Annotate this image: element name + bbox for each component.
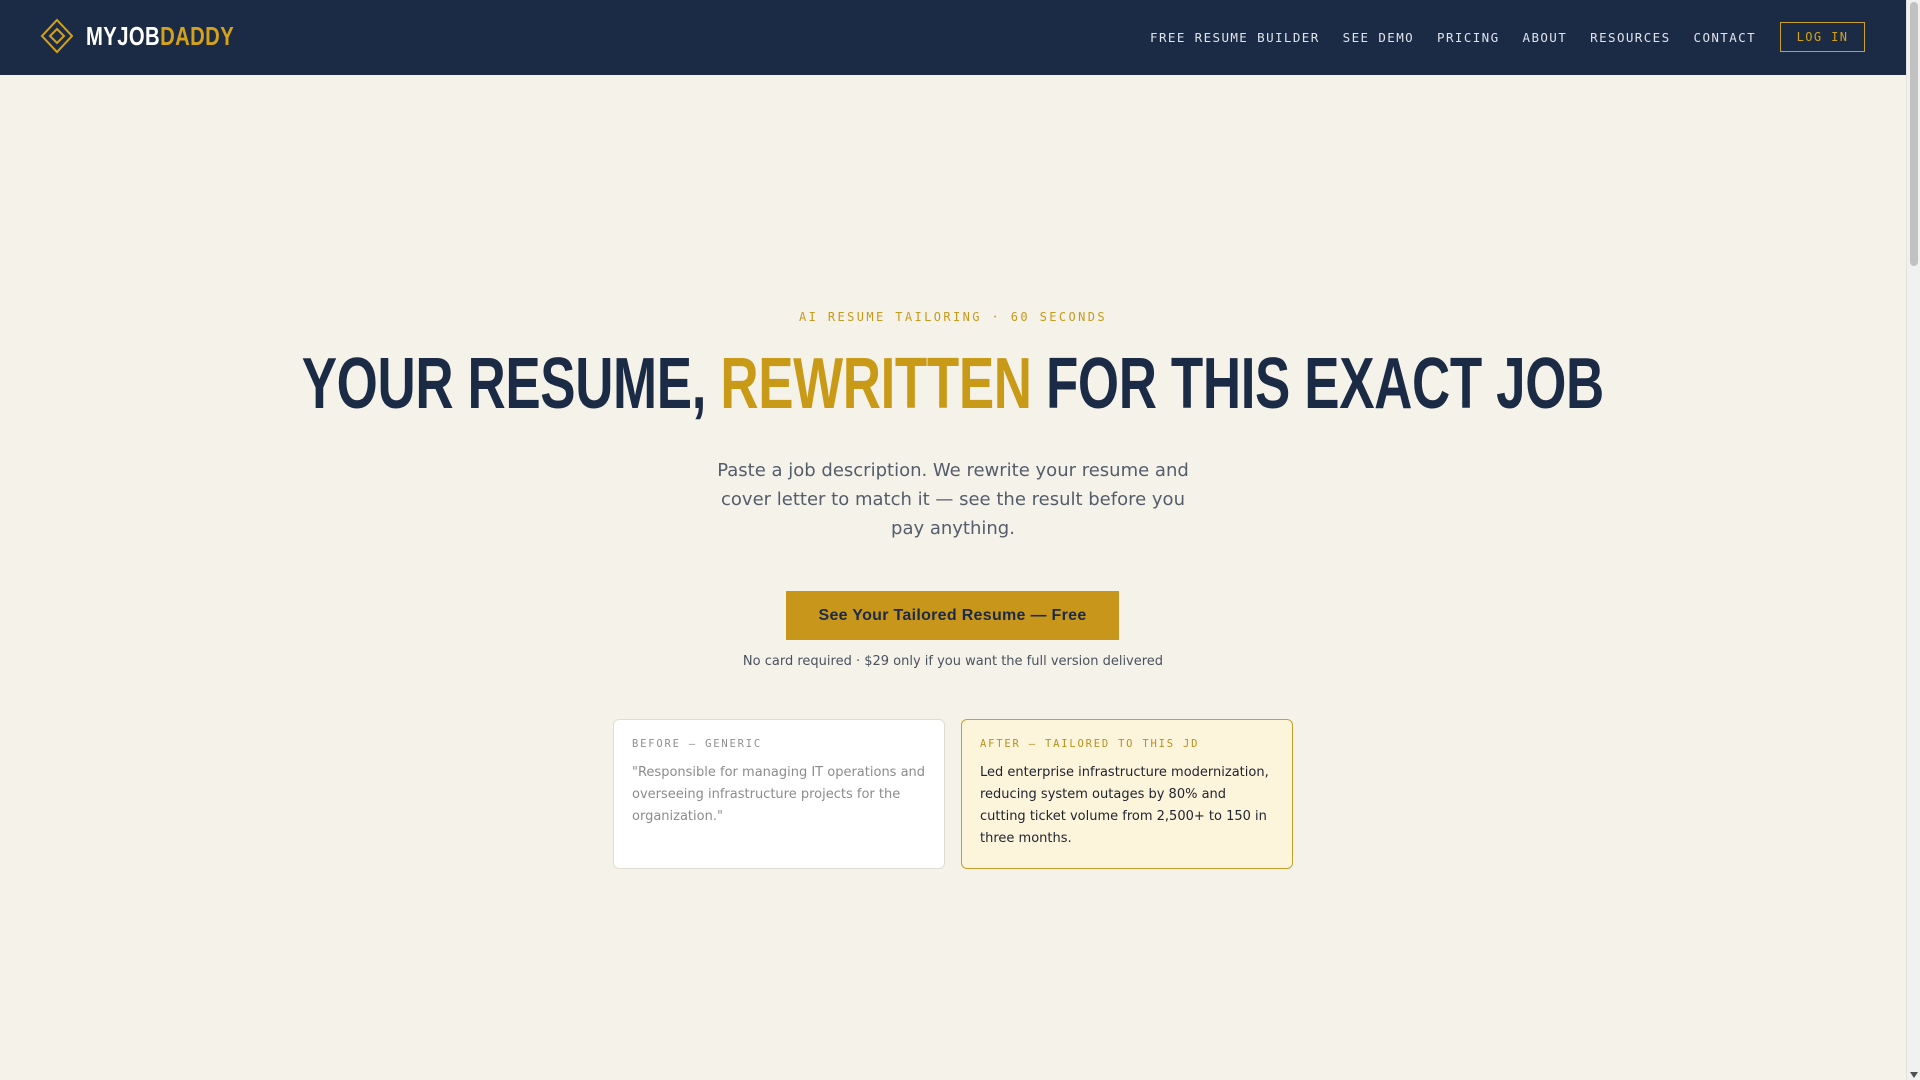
cta-note: No card required · $29 only if you want … xyxy=(742,654,1164,669)
login-button[interactable]: LOG IN xyxy=(1780,22,1865,52)
hero-headline: YOUR RESUME, REWRITTEN FOR THIS EXACT JO… xyxy=(0,342,1906,426)
before-card: BEFORE — GENERIC "Responsible for managi… xyxy=(613,719,945,869)
page-scrollbar[interactable] xyxy=(1906,0,1920,1080)
after-card-label: AFTER — TAILORED TO THIS JD xyxy=(980,738,1200,750)
scroll-down-arrow-icon[interactable] xyxy=(1910,1072,1918,1078)
hero-eyebrow: AI RESUME TAILORING · 60 SECONDS xyxy=(799,310,1107,324)
before-card-label: BEFORE — GENERIC xyxy=(632,738,762,750)
headline-highlight: REWRITTEN xyxy=(720,344,1033,424)
nav-resources[interactable]: RESOURCES xyxy=(1590,30,1670,45)
hero-subtext: Paste a job description. We rewrite your… xyxy=(717,460,1189,539)
after-card-text: Led enterprise infrastructure modernizat… xyxy=(980,765,1269,846)
brand-name-part1: MYJOB xyxy=(86,21,161,51)
brand-logo[interactable]: MYJOBDADDY xyxy=(40,18,276,54)
nav-free-resume-builder[interactable]: FREE RESUME BUILDER xyxy=(1150,30,1320,45)
headline-part1: YOUR RESUME, xyxy=(301,344,721,424)
nav-see-demo[interactable]: SEE DEMO xyxy=(1343,30,1414,45)
headline-part2: FOR THIS EXACT JOB xyxy=(1031,344,1605,424)
nav-about[interactable]: ABOUT xyxy=(1523,30,1568,45)
site-header: MYJOBDADDY FREE RESUME BUILDER SEE DEMO … xyxy=(0,0,1906,75)
brand-name: MYJOBDADDY xyxy=(86,18,234,54)
hero-headline-text: YOUR RESUME, REWRITTEN FOR THIS EXACT JO… xyxy=(301,342,1605,426)
main-nav: FREE RESUME BUILDER SEE DEMO PRICING ABO… xyxy=(1150,22,1865,52)
scrollbar-thumb[interactable] xyxy=(1910,2,1918,266)
before-card-text: "Responsible for managing IT operations … xyxy=(632,765,926,824)
brand-name-part2: DADDY xyxy=(160,21,235,51)
diamond-logo-icon xyxy=(40,18,74,54)
cta-button[interactable]: See Your Tailored Resume — Free xyxy=(786,591,1119,640)
after-card: AFTER — TAILORED TO THIS JD Led enterpri… xyxy=(961,719,1293,869)
nav-pricing[interactable]: PRICING xyxy=(1437,30,1499,45)
nav-contact[interactable]: CONTACT xyxy=(1694,30,1756,45)
